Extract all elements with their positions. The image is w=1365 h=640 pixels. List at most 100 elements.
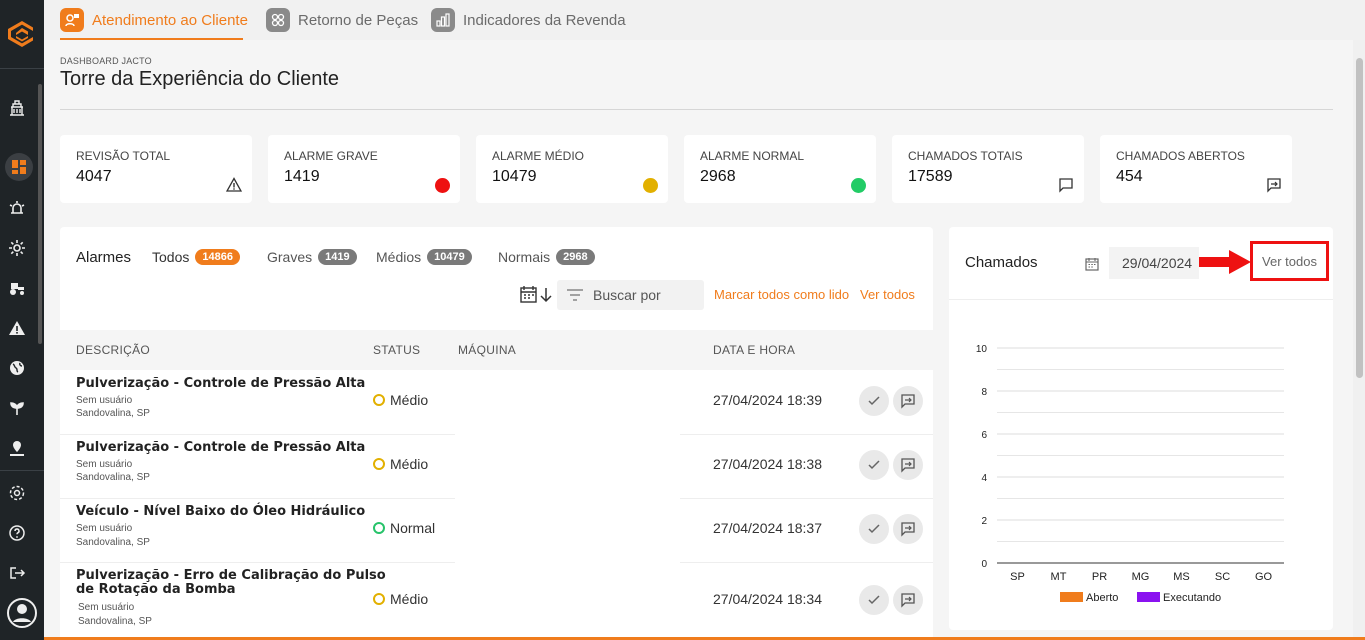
globe-icon[interactable]	[6, 357, 28, 379]
col-data-hora[interactable]: DATA E HORA	[713, 343, 795, 357]
warning-icon	[226, 177, 242, 192]
col-status[interactable]: STATUS	[373, 343, 420, 357]
status-label: Médio	[390, 456, 429, 472]
acknowledge-button[interactable]	[859, 514, 889, 544]
calendar-icon[interactable]	[1085, 257, 1099, 271]
row-title[interactable]: Veículo - Nível Baixo do Óleo Hidráulico	[76, 504, 365, 519]
tab-retorno-pecas[interactable]: Retorno de Peças	[266, 6, 418, 34]
yellow-ring-icon	[373, 394, 385, 406]
card-label: ALARME MÉDIO	[492, 149, 585, 163]
tractor-icon[interactable]	[6, 277, 28, 299]
brand-logo-icon[interactable]	[6, 18, 38, 50]
card-value: 4047	[76, 168, 112, 185]
card-revisao-total[interactable]: REVISÃO TOTAL 4047	[60, 135, 252, 203]
y-tick-label: 4	[981, 473, 987, 484]
filter-label: Todos	[152, 249, 190, 265]
alarm-icon[interactable]	[6, 197, 28, 219]
x-tick-label: MS	[1173, 571, 1190, 583]
open-ticket-icon	[901, 593, 915, 608]
count-badge: 1419	[318, 249, 357, 265]
row-title[interactable]: Pulverização - Controle de Pressão Alta	[76, 376, 365, 391]
green-dot-icon	[851, 178, 866, 193]
see-all-chamados-link[interactable]: Ver todos	[1250, 241, 1329, 281]
card-label: ALARME NORMAL	[700, 149, 805, 163]
yellow-ring-icon	[373, 593, 385, 605]
x-tick-label: SP	[1010, 571, 1025, 583]
tab-label: Atendimento ao Cliente	[92, 11, 248, 29]
user-avatar-icon[interactable]	[6, 597, 38, 629]
see-all-alarms-link[interactable]: Ver todos	[860, 287, 915, 302]
dashboard-icon[interactable]	[5, 153, 33, 181]
card-value: 454	[1116, 168, 1143, 185]
date-field[interactable]: 29/04/2024	[1109, 247, 1199, 279]
x-tick-label: PR	[1092, 571, 1107, 583]
x-tick-label: GO	[1255, 571, 1273, 583]
settings-cog-icon[interactable]	[6, 237, 28, 259]
card-alarme-medio[interactable]: ALARME MÉDIO 10479	[476, 135, 668, 203]
acknowledge-button[interactable]	[859, 450, 889, 480]
title-divider	[60, 109, 1333, 110]
col-descricao[interactable]: DESCRIÇÃO	[76, 343, 150, 357]
row-title[interactable]: Pulverização - Erro de Calibração do Pul…	[76, 568, 386, 583]
red-arrow-icon	[1199, 250, 1251, 274]
warning-icon[interactable]	[6, 317, 28, 339]
page-scrollbar[interactable]	[1353, 40, 1365, 640]
open-ticket-button[interactable]	[893, 585, 923, 615]
help-icon[interactable]	[6, 522, 28, 544]
check-icon	[868, 460, 880, 470]
calendar-sort-icon[interactable]	[520, 285, 554, 305]
filter-label: Médios	[376, 249, 422, 265]
card-chamados-abertos[interactable]: CHAMADOS ABERTOS 454	[1100, 135, 1292, 203]
card-alarme-normal[interactable]: ALARME NORMAL 2968	[684, 135, 876, 203]
row-title-continued: de Rotação da Bomba	[76, 582, 236, 597]
open-ticket-button[interactable]	[893, 386, 923, 416]
logout-icon[interactable]	[6, 562, 28, 584]
row-datetime: 27/04/2024 18:34	[713, 591, 822, 607]
row-datetime: 27/04/2024 18:37	[713, 520, 822, 536]
filter-medios[interactable]: Médios 10479	[376, 249, 472, 265]
status-label: Normal	[390, 520, 436, 536]
page-title: Torre da Experiência do Cliente	[60, 68, 340, 90]
row-divider	[60, 498, 455, 499]
open-ticket-button[interactable]	[893, 514, 923, 544]
row-user: Sem usuário	[76, 459, 133, 470]
acknowledge-button[interactable]	[859, 386, 889, 416]
tower-icon[interactable]	[6, 97, 28, 119]
yellow-dot-icon	[643, 178, 658, 193]
status-medio: Médio	[373, 591, 428, 607]
tab-atendimento[interactable]: Atendimento ao Cliente	[60, 6, 248, 34]
filter-icon	[567, 289, 583, 301]
count-badge: 14866	[195, 249, 240, 265]
filter-label: Graves	[267, 249, 313, 265]
acknowledge-button[interactable]	[859, 585, 889, 615]
open-ticket-icon	[901, 394, 915, 409]
location-pin-icon[interactable]	[6, 437, 28, 459]
tab-indicadores[interactable]: Indicadores da Revenda	[431, 6, 626, 34]
row-title[interactable]: Pulverização - Controle de Pressão Alta	[76, 440, 365, 455]
row-divider	[680, 434, 933, 435]
row-user: Sem usuário	[76, 523, 133, 534]
card-label: CHAMADOS ABERTOS	[1116, 149, 1245, 163]
open-ticket-icon	[901, 458, 915, 473]
gear-icon[interactable]	[6, 482, 28, 504]
sidebar-divider	[0, 470, 44, 471]
page-subtitle: DASHBOARD JACTO	[60, 56, 152, 66]
sidebar-scrollbar[interactable]	[38, 84, 42, 344]
search-input[interactable]: Buscar por	[557, 280, 704, 310]
check-icon	[868, 396, 880, 406]
filter-normais[interactable]: Normais 2968	[498, 249, 595, 265]
card-alarme-grave[interactable]: ALARME GRAVE 1419	[268, 135, 460, 203]
card-chamados-totais[interactable]: CHAMADOS TOTAIS 17589	[892, 135, 1084, 203]
x-tick-label: MT	[1051, 571, 1067, 583]
plant-icon[interactable]	[6, 397, 28, 419]
col-maquina[interactable]: MÁQUINA	[458, 343, 516, 357]
filter-todos[interactable]: Todos 14866	[152, 249, 240, 265]
tab-label: Retorno de Peças	[298, 11, 419, 29]
row-location: Sandovalina, SP	[78, 616, 152, 627]
open-ticket-button[interactable]	[893, 450, 923, 480]
y-tick-label: 10	[976, 344, 988, 355]
check-icon	[868, 595, 880, 605]
mark-all-read-link[interactable]: Marcar todos como lido	[714, 287, 849, 302]
scrollbar-thumb[interactable]	[1356, 58, 1363, 378]
filter-graves[interactable]: Graves 1419	[267, 249, 357, 265]
